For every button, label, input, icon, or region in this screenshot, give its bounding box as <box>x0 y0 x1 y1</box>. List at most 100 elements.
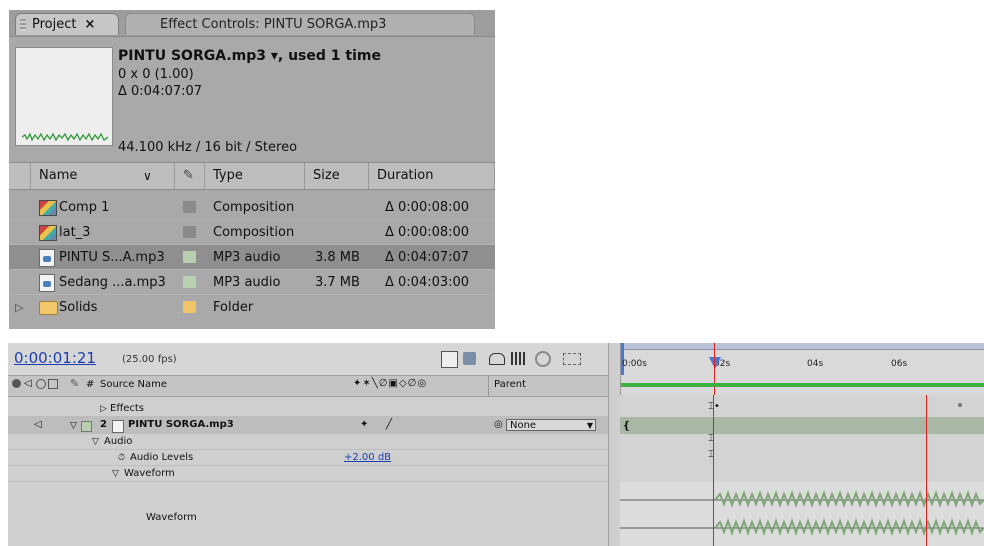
label-color-swatch[interactable] <box>183 301 196 313</box>
grip-icon[interactable] <box>20 19 26 31</box>
label-color-swatch[interactable] <box>183 276 196 288</box>
label-color-swatch[interactable] <box>81 421 92 432</box>
disclosure-triangle-icon[interactable]: ▷ <box>100 401 107 417</box>
speaker-icon[interactable]: ◁ <box>34 417 42 433</box>
column-size-label: Size <box>313 168 340 183</box>
column-type[interactable]: Type <box>205 163 305 189</box>
disclosure-triangle-icon[interactable]: ▷ <box>15 295 23 320</box>
item-duration: Δ 0:04:07:07 <box>385 250 470 265</box>
layer-duration-bar[interactable] <box>620 417 984 434</box>
audio-levels-label: Audio Levels <box>130 452 194 463</box>
item-duration: Δ 0:00:08:00 <box>385 225 470 240</box>
ruler-tick-label: 06s <box>891 359 908 369</box>
column-size[interactable]: Size <box>305 163 369 189</box>
item-duration: Δ 0:04:03:00 <box>385 275 470 290</box>
audio-levels-row[interactable]: ⏱ Audio Levels +2.00 dB <box>8 450 608 466</box>
close-icon[interactable]: × <box>84 17 95 32</box>
shy-layers-icon[interactable] <box>489 353 505 365</box>
disclosure-triangle-icon[interactable]: ▽ <box>92 434 99 450</box>
disclosure-triangle-icon[interactable]: ▽ <box>70 418 77 434</box>
layer-switches-icon[interactable]: ✦✶╲∅▣◇∅◎ <box>353 378 427 389</box>
shy-switch-icon[interactable]: ✦ <box>360 417 368 433</box>
column-duration-label: Duration <box>377 168 434 183</box>
chevron-down-icon[interactable]: ∨ <box>143 163 152 189</box>
column-name-label: Name <box>39 168 78 183</box>
lock-icon[interactable] <box>48 379 58 389</box>
project-item-row[interactable]: Comp 1 Composition Δ 0:00:08:00 <box>9 195 495 220</box>
stopwatch-icon[interactable]: ⏱ <box>118 450 125 466</box>
footage-duration: Δ 0:04:07:07 <box>118 84 203 99</box>
label-color-swatch[interactable] <box>183 201 196 213</box>
timeline-track-area: ❴ ⌶• ⌶ ⌶ <box>620 395 984 546</box>
disclosure-triangle-icon[interactable]: ▽ <box>112 466 119 482</box>
tab-effect-controls[interactable]: Effect Controls: PINTU SORGA.mp3 <box>125 13 475 35</box>
speaker-icon[interactable]: ◁ <box>24 378 32 389</box>
layer-name[interactable]: PINTU SORGA.mp3 <box>128 417 234 433</box>
dropdown-arrow-icon[interactable]: ▼ <box>587 420 593 432</box>
eye-icon[interactable] <box>12 379 21 388</box>
comp-mini-flowchart-icon[interactable] <box>441 351 458 368</box>
time-ruler[interactable]: 0:00s 02s 04s 06s <box>620 343 984 395</box>
current-time-marker-line <box>926 395 927 546</box>
column-label[interactable]: ✎ <box>175 163 205 189</box>
time-navigator-bar[interactable] <box>621 343 984 350</box>
item-type: MP3 audio <box>213 275 281 290</box>
playhead-line <box>713 395 714 546</box>
waveform-group-row[interactable]: ▽ Waveform <box>8 466 608 482</box>
column-name[interactable]: Name ∨ <box>31 163 175 189</box>
label-tag-icon[interactable]: ✎ <box>70 377 79 390</box>
column-source-name[interactable]: Source Name <box>100 379 167 390</box>
waveform-row: Waveform <box>8 482 608 546</box>
project-column-header: Name ∨ ✎ Type Size Duration <box>9 162 495 190</box>
header-spacer <box>9 163 31 189</box>
project-panel: Project × Effect Controls: PINTU SORGA.mp… <box>9 10 495 329</box>
parent-dropdown[interactable]: None ▼ <box>506 419 596 431</box>
audio-waveform <box>620 489 984 537</box>
timeline-column-header: ◁ ✎ # Source Name ✦✶╲∅▣◇∅◎ Parent <box>8 375 608 397</box>
project-item-row-selected[interactable]: PINTU S...A.mp3 MP3 audio 3.8 MB Δ 0:04:… <box>9 245 495 270</box>
current-time-display[interactable]: 0:00:01:21 <box>14 349 96 367</box>
waveform-label: Waveform <box>146 512 197 523</box>
project-item-row[interactable]: Sedang ...a.mp3 MP3 audio 3.7 MB Δ 0:04:… <box>9 270 495 295</box>
live-update-icon[interactable] <box>463 352 476 365</box>
panel-tab-bar: Project × Effect Controls: PINTU SORGA.mp… <box>9 10 495 37</box>
audio-group-row[interactable]: ▽ Audio <box>8 434 608 450</box>
footage-dimensions: 0 x 0 (1.00) <box>118 67 194 82</box>
graph-editor-icon[interactable] <box>563 353 581 365</box>
work-area-bar[interactable] <box>621 383 984 387</box>
solo-icon[interactable] <box>36 379 46 389</box>
frame-rate-label: (25.00 fps) <box>122 354 177 365</box>
footage-audio-info: 44.100 kHz / 16 bit / Stereo <box>118 140 298 155</box>
tab-project[interactable]: Project × <box>15 13 119 35</box>
item-name: Sedang ...a.mp3 <box>59 275 166 290</box>
layer-row[interactable]: ◁ ▽ 2 PINTU SORGA.mp3 ✦ ╱ ◎ None ▼ <box>8 417 608 434</box>
quality-switch-icon[interactable]: ╱ <box>386 417 392 433</box>
ruler-tick-label: 04s <box>807 359 824 369</box>
column-parent[interactable]: Parent <box>494 379 526 390</box>
audio-file-icon <box>39 249 55 267</box>
item-name: Comp 1 <box>59 200 110 215</box>
column-divider <box>488 376 489 396</box>
folder-icon <box>39 301 58 315</box>
effects-row[interactable]: ▷ Effects <box>8 401 608 417</box>
footage-title[interactable]: PINTU SORGA.mp3 ▾, used 1 time <box>118 48 381 64</box>
column-duration[interactable]: Duration <box>369 163 495 189</box>
column-layer-number[interactable]: # <box>86 379 94 390</box>
project-item-row[interactable]: ▷ Solids Folder <box>9 295 495 320</box>
motion-blur-icon[interactable] <box>535 351 551 367</box>
item-type: Folder <box>213 300 254 315</box>
project-item-row[interactable]: lat_3 Composition Δ 0:00:08:00 <box>9 220 495 245</box>
ruler-tick-label: 0:00s <box>622 359 647 369</box>
keyframe-dot[interactable] <box>958 403 962 407</box>
layer-in-point-icon[interactable]: ❴ <box>622 419 631 432</box>
panel-divider <box>608 343 609 546</box>
label-color-swatch[interactable] <box>183 226 196 238</box>
pickwhip-icon[interactable]: ◎ <box>494 417 503 433</box>
item-type: Composition <box>213 200 295 215</box>
layer-number: 2 <box>100 419 107 430</box>
column-type-label: Type <box>213 168 243 183</box>
timeline-panel: 0:00:01:21 (25.00 fps) ◁ ✎ # Source Name… <box>8 343 984 546</box>
label-color-swatch[interactable] <box>183 251 196 263</box>
frame-blending-icon[interactable] <box>511 352 526 365</box>
audio-levels-value[interactable]: +2.00 dB <box>344 450 391 466</box>
